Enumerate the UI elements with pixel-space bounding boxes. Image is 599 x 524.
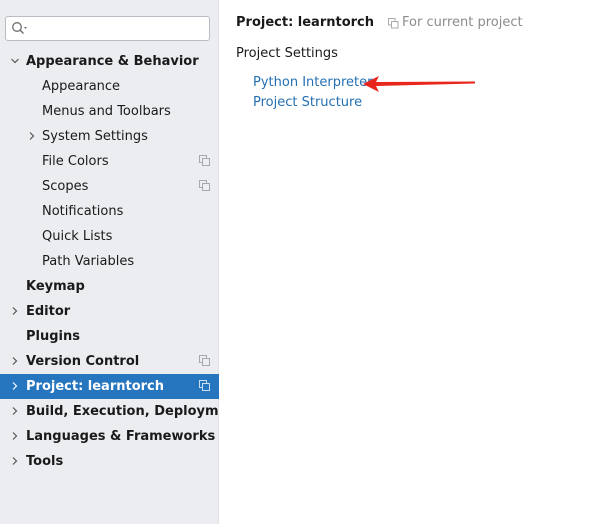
tree-item-label: Appearance & Behavior bbox=[26, 54, 199, 69]
tree-item-label: File Colors bbox=[42, 154, 109, 169]
settings-sidebar: Appearance & Behavior Appearance Menus a… bbox=[0, 0, 243, 524]
chevron-down-icon[interactable] bbox=[11, 57, 19, 65]
annotation-arrow-icon bbox=[363, 76, 475, 92]
chevron-right-icon[interactable] bbox=[11, 357, 19, 365]
tree-item-editor[interactable]: Editor bbox=[0, 299, 219, 324]
tree-item-tools[interactable]: Tools bbox=[0, 449, 219, 474]
project-level-icon bbox=[199, 180, 210, 191]
tree-item-file-colors[interactable]: File Colors bbox=[0, 149, 219, 174]
tree-item-notifications[interactable]: Notifications bbox=[0, 199, 219, 224]
settings-window: Appearance & Behavior Appearance Menus a… bbox=[0, 0, 599, 524]
tree-item-project-learntorch[interactable]: Project: learntorch bbox=[0, 374, 219, 399]
tree-item-label: Appearance bbox=[42, 79, 121, 94]
tree-item-build-execution-deployment[interactable]: Build, Execution, Deployment bbox=[0, 399, 243, 424]
project-level-icon bbox=[199, 355, 210, 366]
tree-item-scopes[interactable]: Scopes bbox=[0, 174, 219, 199]
tree-item-label: Languages & Frameworks bbox=[26, 429, 216, 444]
tree-item-plugins[interactable]: Plugins bbox=[0, 324, 219, 349]
chevron-right-icon[interactable] bbox=[11, 457, 19, 465]
tree-item-label: Project: learntorch bbox=[26, 379, 165, 394]
tree-item-menus-toolbars[interactable]: Menus and Toolbars bbox=[0, 99, 219, 124]
project-level-icon bbox=[388, 18, 399, 29]
settings-content: Project: learntorch For current project … bbox=[219, 0, 599, 524]
tree-item-label: Editor bbox=[26, 304, 71, 319]
chevron-right-icon[interactable] bbox=[11, 407, 19, 415]
tree-item-system-settings[interactable]: System Settings bbox=[0, 124, 219, 149]
tree-item-label: Version Control bbox=[26, 354, 140, 369]
chevron-right-icon[interactable] bbox=[11, 307, 19, 315]
scope-hint: For current project bbox=[388, 15, 523, 30]
tree-item-label: Scopes bbox=[42, 179, 89, 194]
scope-hint-text: For current project bbox=[402, 15, 523, 30]
page-title: Project: learntorch bbox=[236, 15, 375, 30]
chevron-right-icon[interactable] bbox=[28, 132, 36, 140]
tree-item-label: Notifications bbox=[42, 204, 124, 219]
tree-item-label: Build, Execution, Deployment bbox=[26, 404, 243, 419]
tree-item-label: Tools bbox=[26, 454, 64, 469]
tree-item-appearance-behavior[interactable]: Appearance & Behavior bbox=[0, 49, 219, 74]
tree-item-label: Keymap bbox=[26, 279, 85, 294]
tree-item-label: System Settings bbox=[42, 129, 148, 144]
tree-item-version-control[interactable]: Version Control bbox=[0, 349, 219, 374]
tree-item-label: Menus and Toolbars bbox=[42, 104, 171, 119]
tree-item-keymap[interactable]: Keymap bbox=[0, 274, 219, 299]
section-label: Project Settings bbox=[236, 46, 338, 61]
project-level-icon bbox=[199, 155, 210, 166]
tree-item-quick-lists[interactable]: Quick Lists bbox=[0, 224, 219, 249]
chevron-right-icon[interactable] bbox=[11, 382, 19, 390]
python-interpreter-link[interactable]: Python Interpreter bbox=[253, 75, 372, 90]
tree-item-label: Plugins bbox=[26, 329, 80, 344]
search-input[interactable] bbox=[32, 19, 204, 38]
chevron-right-icon[interactable] bbox=[11, 432, 19, 440]
tree-item-appearance[interactable]: Appearance bbox=[0, 74, 219, 99]
tree-item-label: Path Variables bbox=[42, 254, 135, 269]
settings-tree: Appearance & Behavior Appearance Menus a… bbox=[0, 49, 243, 474]
tree-item-path-variables[interactable]: Path Variables bbox=[0, 249, 219, 274]
tree-item-label: Quick Lists bbox=[42, 229, 113, 244]
project-structure-link[interactable]: Project Structure bbox=[253, 95, 362, 110]
search-box[interactable] bbox=[5, 16, 210, 41]
search-icon[interactable] bbox=[11, 21, 29, 37]
project-level-icon bbox=[199, 380, 210, 391]
tree-item-languages-frameworks[interactable]: Languages & Frameworks bbox=[0, 424, 219, 449]
